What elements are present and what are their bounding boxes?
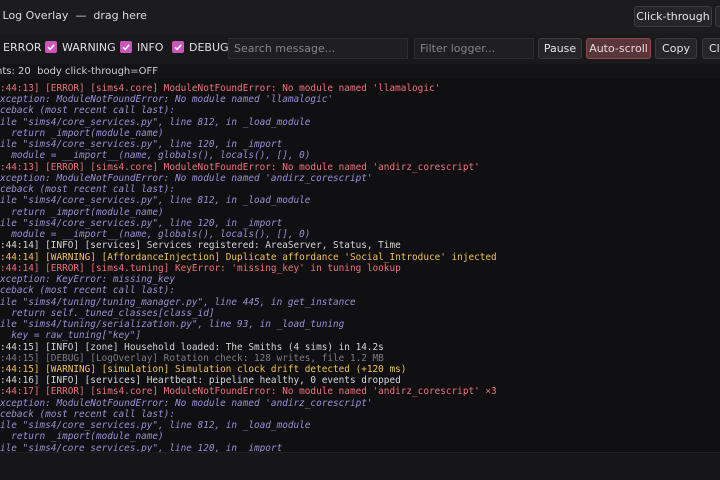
log-line: ceback (most recent call last): (0, 285, 175, 297)
log-line: :44:13] [ERROR] [sims4.core] ModuleNotFo… (0, 83, 441, 94)
log-view[interactable]: :44:13] [ERROR] [sims4.core] ModuleNotFo… (0, 79, 720, 452)
clear-button[interactable]: Cl (702, 38, 720, 59)
log-line: ile "sims4/core_services.py", line 120, … (0, 217, 283, 229)
checkmark-icon (47, 44, 55, 51)
log-line: :44:15] [INFO] [zone] Household loaded: … (0, 341, 384, 353)
log-line: return _import(module_name) (0, 206, 164, 218)
toolbar: ERROR WARNING INFO DEBUG Pause Auto-scro… (0, 34, 720, 64)
log-line: :44:16] [INFO] [services] Heartbeat: pip… (0, 375, 401, 387)
log-line: :44:15] [DEBUG] [LogOverlay] Rotation ch… (0, 352, 384, 364)
pause-button[interactable]: Pause (538, 38, 582, 59)
log-line: ile "sims4/core_services.py", line 812, … (0, 116, 311, 128)
bottom-bar (0, 452, 720, 480)
log-line: :44:17] [ERROR] [sims4.core] ModuleNotFo… (0, 386, 497, 398)
log-line: xception: ModuleNotFoundError: No module… (0, 172, 373, 184)
log-overlay-window: 4 Log Overlay — drag here Click-through … (0, 0, 720, 480)
log-line: ile "sims4/core_services.py", line 120, … (0, 139, 283, 151)
log-line: xception: ModuleNotFoundError: No module… (0, 397, 373, 409)
overflow-button[interactable] (715, 6, 720, 27)
log-line: :44:14] [WARNING] [AffordanceInjection] … (0, 251, 497, 263)
log-line: key = raw_tuning["key"] (0, 330, 142, 342)
logger-filter-input[interactable] (414, 38, 534, 59)
log-line: return _import(module_name) (0, 431, 164, 443)
filter-error-label: ERROR (3, 41, 42, 54)
log-line: xception: KeyError: missing_key (0, 274, 175, 286)
filter-info-label: INFO (137, 41, 164, 54)
log-line: ile "sims4/core_services.py", line 812, … (0, 195, 311, 207)
search-input[interactable] (228, 38, 408, 59)
status-line: nts: 20 body click-through=OFF (0, 66, 159, 77)
log-line: ile "sims4/core_services.py", line 120, … (0, 442, 283, 452)
autoscroll-button[interactable]: Auto-scroll (586, 38, 651, 59)
log-line: ile "sims4/tuning/tuning_manager.py", li… (0, 296, 356, 308)
log-line: return self._tuned_classes[class_id] (0, 307, 215, 319)
filter-debug-label: DEBUG (189, 41, 229, 54)
log-line: :44:15] [WARNING] [simulation] Simulatio… (0, 364, 407, 375)
log-line: ceback (most recent call last): (0, 408, 175, 420)
log-line: xception: ModuleNotFoundError: No module… (0, 94, 334, 106)
filter-warning-checkbox[interactable] (45, 41, 57, 53)
checkmark-icon (122, 44, 130, 51)
checkmark-icon (174, 44, 182, 51)
click-through-button[interactable]: Click-through (634, 6, 712, 27)
log-line: ile "sims4/core_services.py", line 812, … (0, 420, 311, 432)
log-line: ile "sims4/tuning/serialization.py", lin… (0, 319, 345, 331)
log-line: ceback (most recent call last): (0, 105, 175, 117)
log-line: module = __import__(name, globals(), loc… (0, 150, 311, 162)
filter-debug-checkbox[interactable] (172, 41, 184, 53)
log-line: :44:14] [INFO] [services] Services regis… (0, 240, 401, 252)
log-line: module = __import__(name, globals(), loc… (0, 229, 311, 241)
log-line: return _import(module_name) (0, 127, 164, 139)
window-title: 4 Log Overlay — drag here (0, 9, 147, 22)
title-bar[interactable]: 4 Log Overlay — drag here Click-through (0, 0, 720, 35)
log-line: :44:14] [ERROR] [sims4.tuning] KeyError:… (0, 262, 401, 274)
log-line: :44:13] [ERROR] [sims4.core] ModuleNotFo… (0, 161, 480, 173)
copy-button[interactable]: Copy (655, 38, 697, 59)
log-line: ceback (most recent call last): (0, 184, 175, 196)
filter-warning-label: WARNING (62, 41, 116, 54)
filter-info-checkbox[interactable] (120, 41, 132, 53)
